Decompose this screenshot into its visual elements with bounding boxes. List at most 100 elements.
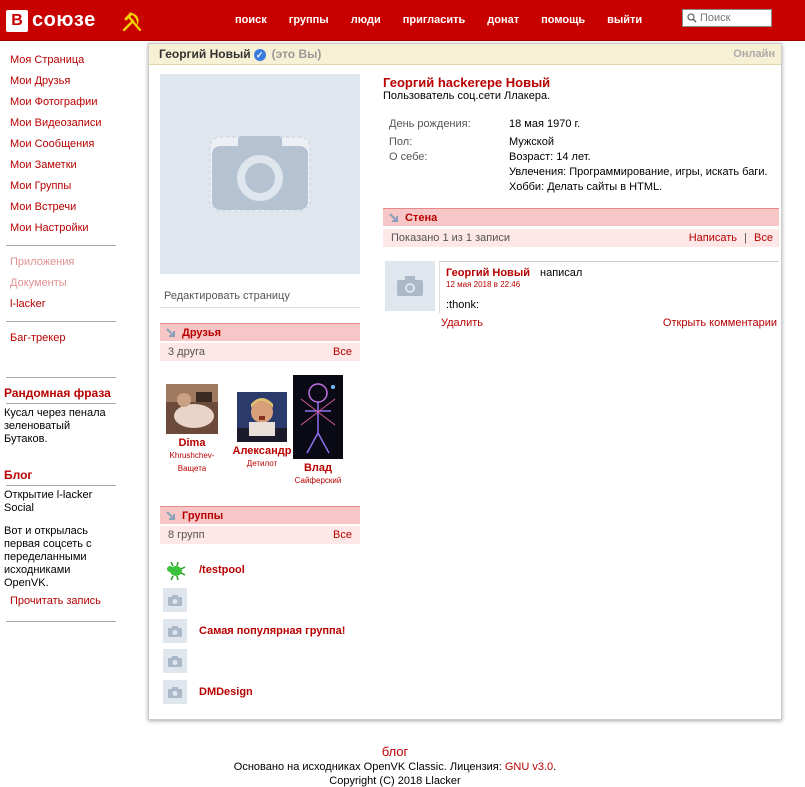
friend-last-name: Детилот xyxy=(246,459,278,468)
post-date[interactable]: 12 мая 2018 в 22:46 xyxy=(446,280,520,289)
groups-header: Группы xyxy=(160,506,360,524)
nav-people[interactable]: люди xyxy=(351,14,381,26)
blog-post-text: Вот и открылась первая соцсеть с передел… xyxy=(4,525,92,589)
sidebar-item-settings[interactable]: Мои Настройки xyxy=(0,218,122,239)
group-name: /testpool xyxy=(199,564,245,576)
topbar-name: Георгий Новый xyxy=(159,47,251,61)
sidebar-item-docs[interactable]: Документы xyxy=(0,273,122,294)
nav-donate[interactable]: донат xyxy=(487,14,519,26)
site-logo[interactable]: В союзе xyxy=(6,9,96,32)
sidebar-divider xyxy=(6,403,116,404)
post-body: Георгий Новый написал 12 мая 2018 в 22:4… xyxy=(439,261,779,313)
profile-panel: Георгий Новый ✓ (это Вы) Онлайн Редактиров… xyxy=(148,43,782,720)
sidebar-item-photos[interactable]: Мои Фотографии xyxy=(0,92,122,113)
arrow-down-right-icon xyxy=(166,328,175,337)
friend-avatar xyxy=(237,392,287,442)
friend-card[interactable]: Dima Khrushchev-Ващета xyxy=(165,384,219,475)
info-label: Пол: xyxy=(389,136,413,148)
online-status: Онлайн xyxy=(733,48,775,60)
logo-text: союзе xyxy=(32,9,96,31)
info-value: Мужской xyxy=(509,136,554,148)
info-value: 18 мая 1970 г. xyxy=(509,118,581,130)
friend-first-name: Влад xyxy=(303,462,333,474)
sidebar-item-notes[interactable]: Мои Заметки xyxy=(0,155,122,176)
groups-subheader: 8 групп Все xyxy=(160,526,360,544)
sidebar-item-events[interactable]: Мои Встречи xyxy=(0,197,122,218)
friends-title: Друзья xyxy=(182,327,222,339)
wall-write-link[interactable]: Написать xyxy=(689,232,737,244)
nav-search[interactable]: поиск xyxy=(235,14,267,26)
sidebar-divider xyxy=(6,485,116,486)
friends-subheader: 3 друга Все xyxy=(160,343,360,361)
sidebar-item-friends[interactable]: Мои Друзья xyxy=(0,71,122,92)
info-label: О себе: xyxy=(389,151,428,163)
wall-title: Стена xyxy=(405,212,438,224)
random-phrase-text: Кусал через пенала зеленоватый Бутаков. xyxy=(4,407,106,445)
group-item[interactable]: Самая популярная группа! xyxy=(163,619,345,643)
nav-groups[interactable]: группы xyxy=(289,14,329,26)
friends-header: Друзья xyxy=(160,323,360,341)
friend-first-name: Dima xyxy=(178,437,206,449)
sidebar-item-messages[interactable]: Мои Сообщения xyxy=(0,134,122,155)
groups-count: 8 групп xyxy=(168,529,205,541)
friend-card[interactable]: Александр Детилот xyxy=(227,392,297,470)
post-delete-link[interactable]: Удалить xyxy=(441,317,483,329)
sidebar-item-apps[interactable]: Приложения xyxy=(0,252,122,273)
sidebar-item-llacker[interactable]: l-lacker xyxy=(0,294,122,315)
profile-topbar: Георгий Новый ✓ (это Вы) Онлайн xyxy=(149,44,781,65)
wall-all-link[interactable]: Все xyxy=(754,232,773,244)
footer-license-text: Основано на исходниках OpenVK Classic. Л… xyxy=(233,761,505,773)
search-icon xyxy=(687,13,697,23)
topbar-name-wrap: Георгий Новый ✓ (это Вы) xyxy=(159,47,321,61)
info-label: День рождения: xyxy=(389,118,471,130)
topbar-me: (это Вы) xyxy=(271,47,322,61)
search-box[interactable] xyxy=(682,9,772,27)
sidebar-item-my-page[interactable]: Моя Страница xyxy=(0,50,122,71)
footer-blog-link[interactable]: блог xyxy=(0,744,790,759)
post-comments-link[interactable]: Открыть комментарии xyxy=(663,317,777,329)
friend-last-name: Сайферский xyxy=(294,476,342,485)
search-input[interactable] xyxy=(697,12,771,24)
sidebar-item-bugtracker[interactable]: Баг-трекер xyxy=(0,328,122,349)
camera-icon xyxy=(209,136,311,212)
sidebar-item-videos[interactable]: Мои Видеозаписи xyxy=(0,113,122,134)
footer-license-link[interactable]: GNU v3.0 xyxy=(505,761,553,773)
profile-avatar[interactable] xyxy=(160,74,360,274)
friend-card[interactable]: Влад Сайферский xyxy=(289,375,347,487)
group-item[interactable]: DMDesign xyxy=(163,680,253,704)
edit-page-link[interactable]: Редактировать страницу xyxy=(160,287,360,308)
footer-copyright: Copyright (C) 2018 Llacker xyxy=(329,775,461,787)
sidebar: Моя Страница Мои Друзья Мои Фотографии М… xyxy=(0,50,122,628)
camera-icon xyxy=(163,619,187,643)
wall-header: Стена xyxy=(383,208,779,226)
group-name: DMDesign xyxy=(199,686,253,698)
friends-all-link[interactable]: Все xyxy=(333,343,352,361)
friend-last-name: Khrushchev-Ващета xyxy=(169,451,215,473)
post-avatar[interactable] xyxy=(385,261,435,311)
wall-actions: Написать | Все xyxy=(689,229,773,247)
camera-icon xyxy=(397,276,423,296)
post-author[interactable]: Георгий Новый xyxy=(446,267,530,279)
bug-icon xyxy=(163,558,187,582)
logo-badge: В xyxy=(6,9,28,32)
group-name: Самая популярная группа! xyxy=(199,625,346,637)
hammer-sickle-icon xyxy=(122,12,142,32)
info-value: Хобби: Делать сайты в HTML. xyxy=(509,181,663,193)
group-item[interactable] xyxy=(163,588,199,612)
blog-title: Блог xyxy=(4,468,33,482)
nav-invite[interactable]: пригласить xyxy=(403,14,466,26)
sidebar-divider xyxy=(6,621,116,622)
nav-help[interactable]: помощь xyxy=(541,14,585,26)
nav-logout[interactable]: выйти xyxy=(607,14,642,26)
arrow-down-right-icon xyxy=(389,213,398,222)
sidebar-divider xyxy=(6,321,116,322)
friend-avatar xyxy=(166,384,218,434)
sidebar-item-groups[interactable]: Мои Группы xyxy=(0,176,122,197)
info-value: Увлечения: Программирование, игры, искат… xyxy=(509,166,768,178)
groups-all-link[interactable]: Все xyxy=(333,526,352,544)
blog-read-link[interactable]: Прочитать запись xyxy=(0,593,122,609)
group-item[interactable]: /testpool xyxy=(163,558,245,582)
group-item[interactable] xyxy=(163,649,199,673)
verified-icon: ✓ xyxy=(253,48,266,61)
footer: блог Основано на исходниках OpenVK Class… xyxy=(0,744,790,787)
